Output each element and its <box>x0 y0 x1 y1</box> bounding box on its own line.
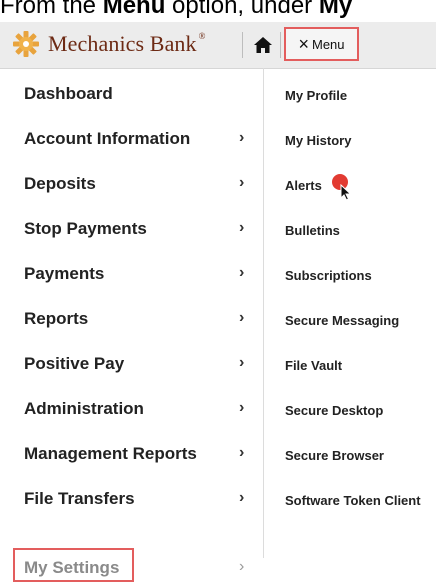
bank-logo[interactable]: Mechanics Bank ® <box>12 29 206 59</box>
nav-item-reports[interactable]: Reports › <box>8 305 263 335</box>
main-menu-panel: Dashboard Account Information › Deposits… <box>8 68 264 582</box>
menu-button[interactable]: × Menu <box>284 27 359 61</box>
chevron-right-icon: › <box>239 558 245 575</box>
chevron-right-icon: › <box>239 264 245 281</box>
submenu-item-secure-browser[interactable]: Secure Browser <box>285 448 435 472</box>
nav-item-account-information[interactable]: Account Information › <box>8 125 263 155</box>
submenu-item-my-profile[interactable]: My Profile <box>285 88 435 112</box>
submenu-item-my-history[interactable]: My History <box>285 133 435 157</box>
nav-item-deposits[interactable]: Deposits › <box>8 170 263 200</box>
chevron-right-icon: › <box>239 174 245 191</box>
divider <box>280 32 281 58</box>
nav-item-management-reports[interactable]: Management Reports › <box>8 440 263 470</box>
chevron-right-icon: › <box>239 399 245 416</box>
nav-item-positive-pay[interactable]: Positive Pay › <box>8 350 263 380</box>
chevron-right-icon: › <box>239 444 245 461</box>
submenu-item-file-vault[interactable]: File Vault <box>285 358 435 382</box>
gear-sunburst-logo-icon <box>13 31 39 57</box>
nav-item-stop-payments[interactable]: Stop Payments › <box>8 215 263 245</box>
nav-item-administration[interactable]: Administration › <box>8 395 263 425</box>
divider <box>242 32 243 58</box>
submenu-item-secure-messaging[interactable]: Secure Messaging <box>285 313 435 337</box>
instruction-caption: From the Menu option, under My <box>0 0 353 19</box>
menu-label: Menu <box>311 36 345 52</box>
submenu-item-secure-desktop[interactable]: Secure Desktop <box>285 403 435 427</box>
submenu-item-bulletins[interactable]: Bulletins <box>285 223 435 247</box>
chevron-right-icon: › <box>239 219 245 236</box>
submenu-item-alerts[interactable]: Alerts <box>285 178 435 202</box>
top-bar: Mechanics Bank ® × Menu <box>0 22 436 69</box>
close-icon: × <box>298 34 309 54</box>
nav-item-dashboard[interactable]: Dashboard <box>8 80 263 110</box>
nav-item-file-transfers[interactable]: File Transfers › <box>8 485 263 515</box>
chevron-right-icon: › <box>239 489 245 506</box>
home-icon <box>254 37 272 53</box>
submenu-item-subscriptions[interactable]: Subscriptions <box>285 268 435 292</box>
submenu-item-software-token-client[interactable]: Software Token Client <box>285 493 435 517</box>
bank-name: Mechanics Bank ® <box>48 31 206 56</box>
home-button[interactable] <box>250 32 276 58</box>
chevron-right-icon: › <box>239 354 245 371</box>
mouse-pointer-icon <box>340 184 352 201</box>
my-settings-highlight-box <box>13 548 134 582</box>
chevron-right-icon: › <box>239 309 245 326</box>
nav-item-payments[interactable]: Payments › <box>8 260 263 290</box>
chevron-right-icon: › <box>239 129 245 146</box>
